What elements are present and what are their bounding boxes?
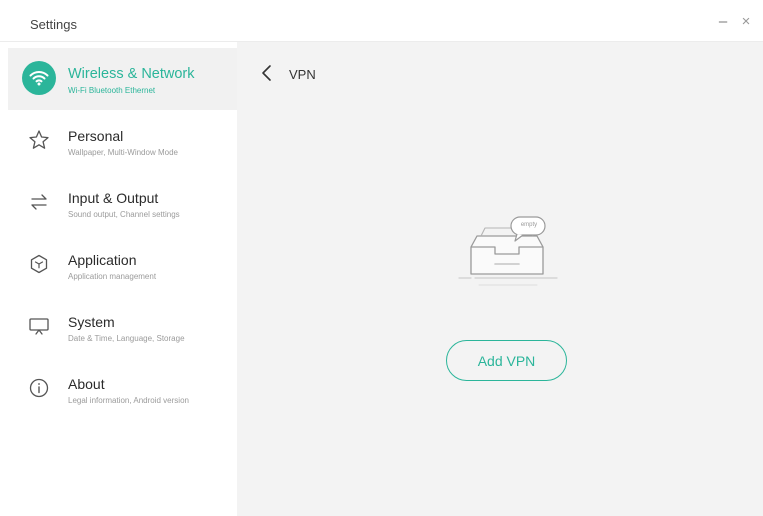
sidebar-item-personal[interactable]: Personal Wallpaper, Multi-Window Mode bbox=[8, 110, 237, 172]
wifi-icon bbox=[22, 61, 56, 95]
minimize-button[interactable]: – bbox=[714, 13, 732, 31]
sidebar: Wireless & Network Wi-Fi Bluetooth Ether… bbox=[8, 42, 237, 516]
window-title: Settings bbox=[30, 17, 77, 32]
sidebar-item-subtitle: Wi-Fi Bluetooth Ethernet bbox=[68, 86, 156, 95]
sidebar-item-subtitle: Application management bbox=[68, 272, 157, 281]
info-icon bbox=[22, 371, 56, 405]
page-title: VPN bbox=[289, 67, 316, 82]
sidebar-item-about[interactable]: About Legal information, Android version bbox=[8, 358, 237, 420]
add-vpn-button[interactable]: Add VPN bbox=[446, 340, 567, 381]
sidebar-item-subtitle: Date & Time, Language, Storage bbox=[68, 334, 185, 343]
back-arrow-icon[interactable] bbox=[259, 62, 277, 84]
hexagon-app-icon bbox=[22, 247, 56, 281]
sidebar-item-subtitle: Legal information, Android version bbox=[68, 396, 189, 405]
sidebar-item-wireless-network[interactable]: Wireless & Network Wi-Fi Bluetooth Ether… bbox=[8, 48, 237, 110]
sidebar-item-label: About bbox=[68, 376, 105, 392]
sidebar-item-label: System bbox=[68, 314, 115, 330]
sidebar-item-label: Input & Output bbox=[68, 190, 159, 206]
sidebar-item-label: Wireless & Network bbox=[68, 66, 195, 82]
star-icon bbox=[22, 123, 56, 157]
empty-label: empty bbox=[520, 222, 538, 228]
sidebar-item-label: Personal bbox=[68, 128, 124, 144]
close-button[interactable]: × bbox=[737, 13, 755, 31]
sidebar-item-label: Application bbox=[68, 252, 137, 268]
monitor-icon bbox=[22, 309, 56, 343]
sidebar-item-system[interactable]: System Date & Time, Language, Storage bbox=[8, 296, 237, 358]
title-bar: Settings – × bbox=[0, 0, 763, 42]
sidebar-item-application[interactable]: Application Application management bbox=[8, 234, 237, 296]
empty-inbox-icon bbox=[458, 216, 558, 286]
sidebar-item-subtitle: Sound output, Channel settings bbox=[68, 210, 180, 219]
sidebar-item-subtitle: Wallpaper, Multi-Window Mode bbox=[68, 148, 178, 157]
swap-arrows-icon bbox=[22, 185, 56, 219]
main-content: VPN empty Add VPN bbox=[237, 42, 763, 516]
sidebar-item-input-output[interactable]: Input & Output Sound output, Channel set… bbox=[8, 172, 237, 234]
